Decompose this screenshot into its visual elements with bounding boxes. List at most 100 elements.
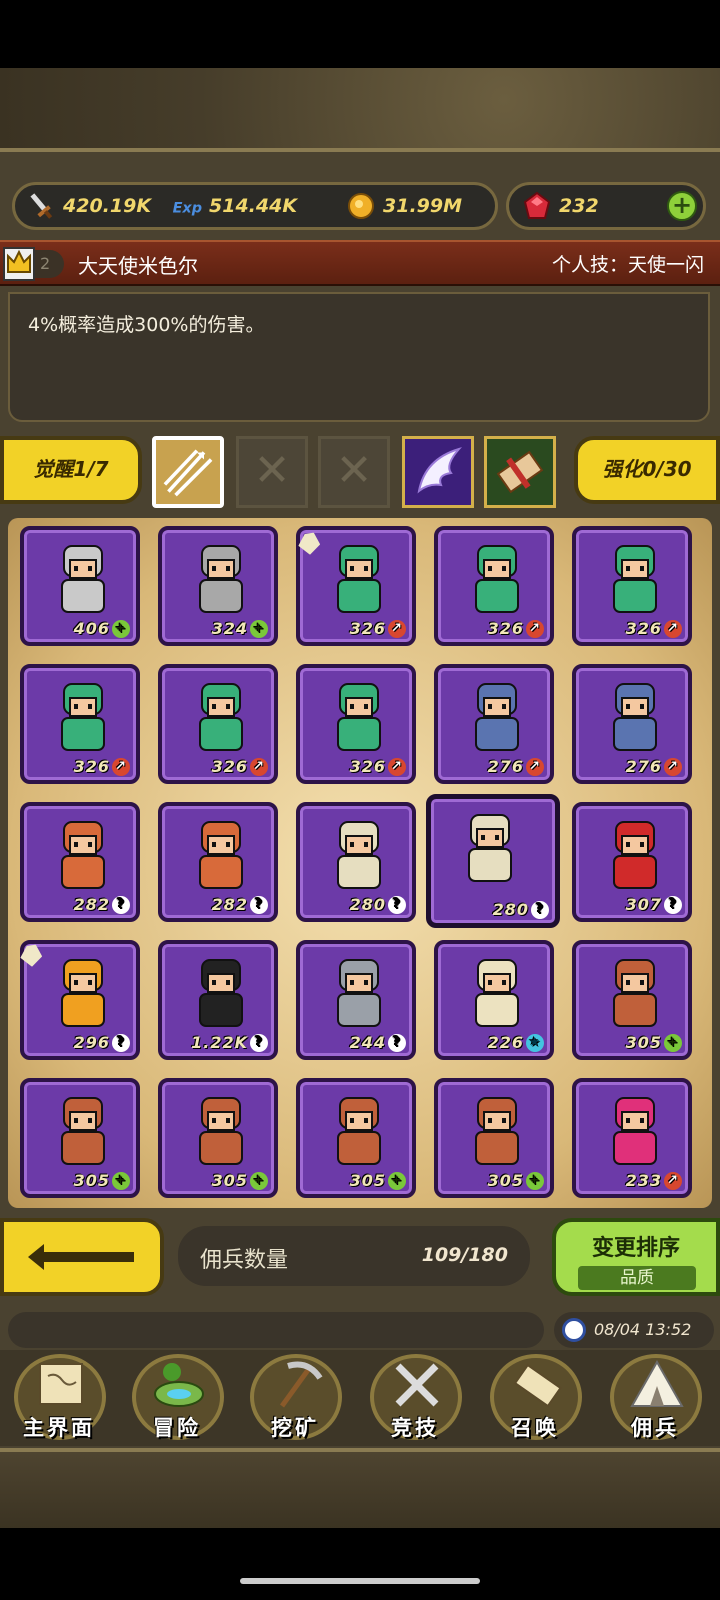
hero-status-badge-icon: ↗ — [250, 758, 268, 776]
hero-card[interactable]: 280? — [296, 802, 416, 922]
hero-sprite-icon — [613, 821, 657, 889]
exp-value: 514.44K — [209, 195, 298, 217]
hero-card[interactable]: 305 + — [572, 940, 692, 1060]
hero-sprite-icon — [613, 683, 657, 751]
hero-card[interactable]: 1.22K? — [158, 940, 278, 1060]
hero-level: 280? — [349, 894, 406, 914]
nav-home[interactable]: 主界面 — [4, 1350, 114, 1446]
sword-icon — [30, 193, 53, 219]
hero-sprite-icon — [337, 959, 381, 1027]
nav-mining-label: 挖矿 — [271, 1416, 319, 1440]
hero-level: 324 + — [211, 618, 268, 638]
nav-summon[interactable]: 召唤 — [480, 1350, 590, 1446]
hero-status-badge-icon: ? — [388, 896, 406, 914]
hero-sprite-icon — [613, 545, 657, 613]
hero-card[interactable]: 282? — [20, 802, 140, 922]
hero-card[interactable]: 326 ↗ — [296, 664, 416, 784]
skill-slot-scroll[interactable] — [484, 436, 556, 508]
enhance-button[interactable]: 强化0/30 — [574, 436, 720, 504]
hero-card[interactable]: 326 ↗ — [434, 526, 554, 646]
hero-level: 326 ↗ — [350, 619, 406, 638]
hero-level: 326 ↗ — [487, 618, 544, 638]
map-background-bottom — [0, 1448, 720, 1528]
hero-card[interactable]: 226 ★ — [434, 940, 554, 1060]
hero-status-badge-icon: + — [664, 1034, 682, 1052]
home-indicator[interactable] — [240, 1578, 480, 1584]
hero-card[interactable]: 305 + — [434, 1078, 554, 1198]
hero-level-value: 326 — [487, 618, 524, 638]
bottom-nav: 主界面 冒险 挖矿 竞技 召唤 佣兵 — [0, 1350, 720, 1446]
nav-mercenary[interactable]: 佣兵 — [600, 1350, 710, 1446]
hero-level-value: 305 — [349, 1170, 386, 1190]
exp-resource: Exp 514.44K — [171, 185, 297, 227]
gold-resource: 31.99M — [345, 185, 462, 227]
hero-sprite-icon — [613, 1097, 657, 1165]
mercenary-count-value: 109/180 — [421, 1244, 508, 1266]
hero-card[interactable]: 406 + — [20, 526, 140, 646]
gem-value: 232 — [559, 195, 599, 217]
hero-level: 1.22K? — [191, 1033, 268, 1052]
hero-level-value: 276 — [625, 756, 662, 776]
map-scroll-icon — [39, 1363, 83, 1405]
chat-strip[interactable] — [8, 1312, 544, 1348]
hero-sprite-icon — [199, 545, 243, 613]
hero-sprite-icon — [61, 683, 105, 751]
hero-card[interactable]: 305 + — [20, 1078, 140, 1198]
hero-level: 226 ★ — [488, 1033, 544, 1052]
hero-card[interactable]: 326 ↗ — [20, 664, 140, 784]
crown-icon — [3, 247, 35, 281]
hero-level: 326 ↗ — [212, 757, 268, 776]
hero-card[interactable]: 307? — [572, 802, 692, 922]
hero-level-value: 296 — [73, 1032, 110, 1052]
gem-resource: 232 — [521, 185, 599, 227]
hero-card[interactable]: 326 ↗ — [158, 664, 278, 784]
hero-level-value: 307 — [625, 894, 662, 914]
attack-resource: 420.19K — [25, 185, 151, 227]
hero-card[interactable]: 276 ↗ — [434, 664, 554, 784]
hero-sprite-icon — [61, 1097, 105, 1165]
hero-card[interactable]: 233 ↗ — [572, 1078, 692, 1198]
hero-level-value: 326 — [625, 618, 662, 638]
hero-sprite-icon — [61, 821, 105, 889]
hero-card[interactable]: 244? — [296, 940, 416, 1060]
hero-card[interactable]: 282? — [158, 802, 278, 922]
hero-status-badge-icon: ? — [250, 1034, 268, 1052]
hero-card[interactable]: 280? — [426, 794, 560, 928]
awaken-button[interactable]: 觉醒1/7 — [0, 436, 142, 504]
nav-arena[interactable]: 竞技 — [360, 1350, 470, 1446]
hero-status-badge-icon: ? — [112, 1034, 130, 1052]
hero-skill: 个人技：天使一闪 — [551, 254, 704, 276]
nav-adventure[interactable]: 冒险 — [122, 1350, 232, 1446]
hero-card[interactable]: 305 + — [296, 1078, 416, 1198]
hero-level-value: 324 — [211, 618, 248, 638]
tent-icon — [630, 1359, 684, 1407]
hero-card[interactable]: 324 + — [158, 526, 278, 646]
hero-status-badge-icon: ★ — [526, 1034, 544, 1052]
map-background-top — [0, 68, 720, 148]
skill-slot-arrows[interactable] — [152, 436, 224, 508]
nav-mining[interactable]: 挖矿 — [240, 1350, 350, 1446]
add-gems-button[interactable]: + — [667, 191, 697, 221]
hero-status-badge-icon: ? — [388, 1034, 406, 1052]
arrows-icon — [163, 449, 213, 497]
time-box: 08/04 13:52 — [554, 1312, 714, 1348]
skill-slot-locked-2: ✕ — [318, 436, 390, 508]
hero-sprite-icon — [199, 821, 243, 889]
hero-card[interactable]: 305 + — [158, 1078, 278, 1198]
hero-status-badge-icon: ↗ — [112, 758, 130, 776]
hero-status-badge-icon: ↗ — [388, 758, 406, 776]
pickaxe-icon — [279, 1361, 323, 1408]
hero-level: 406 + — [74, 619, 130, 638]
back-button[interactable] — [0, 1218, 164, 1296]
hero-level-value: 233 — [625, 1170, 662, 1190]
skill-slot-locked-1: ✕ — [236, 436, 308, 508]
hero-status-badge-icon: ↗ — [388, 620, 406, 638]
hero-level: 244? — [350, 1033, 406, 1052]
hero-sprite-icon — [337, 545, 381, 613]
sort-button[interactable]: 变更排序 品质 — [552, 1218, 720, 1296]
hero-level-value: 280 — [349, 894, 386, 914]
skill-slot-wing[interactable] — [402, 436, 474, 508]
hero-card[interactable]: 276 ↗ — [572, 664, 692, 784]
hero-card[interactable]: 326 ↗ — [572, 526, 692, 646]
hero-sprite-icon — [337, 1097, 381, 1165]
